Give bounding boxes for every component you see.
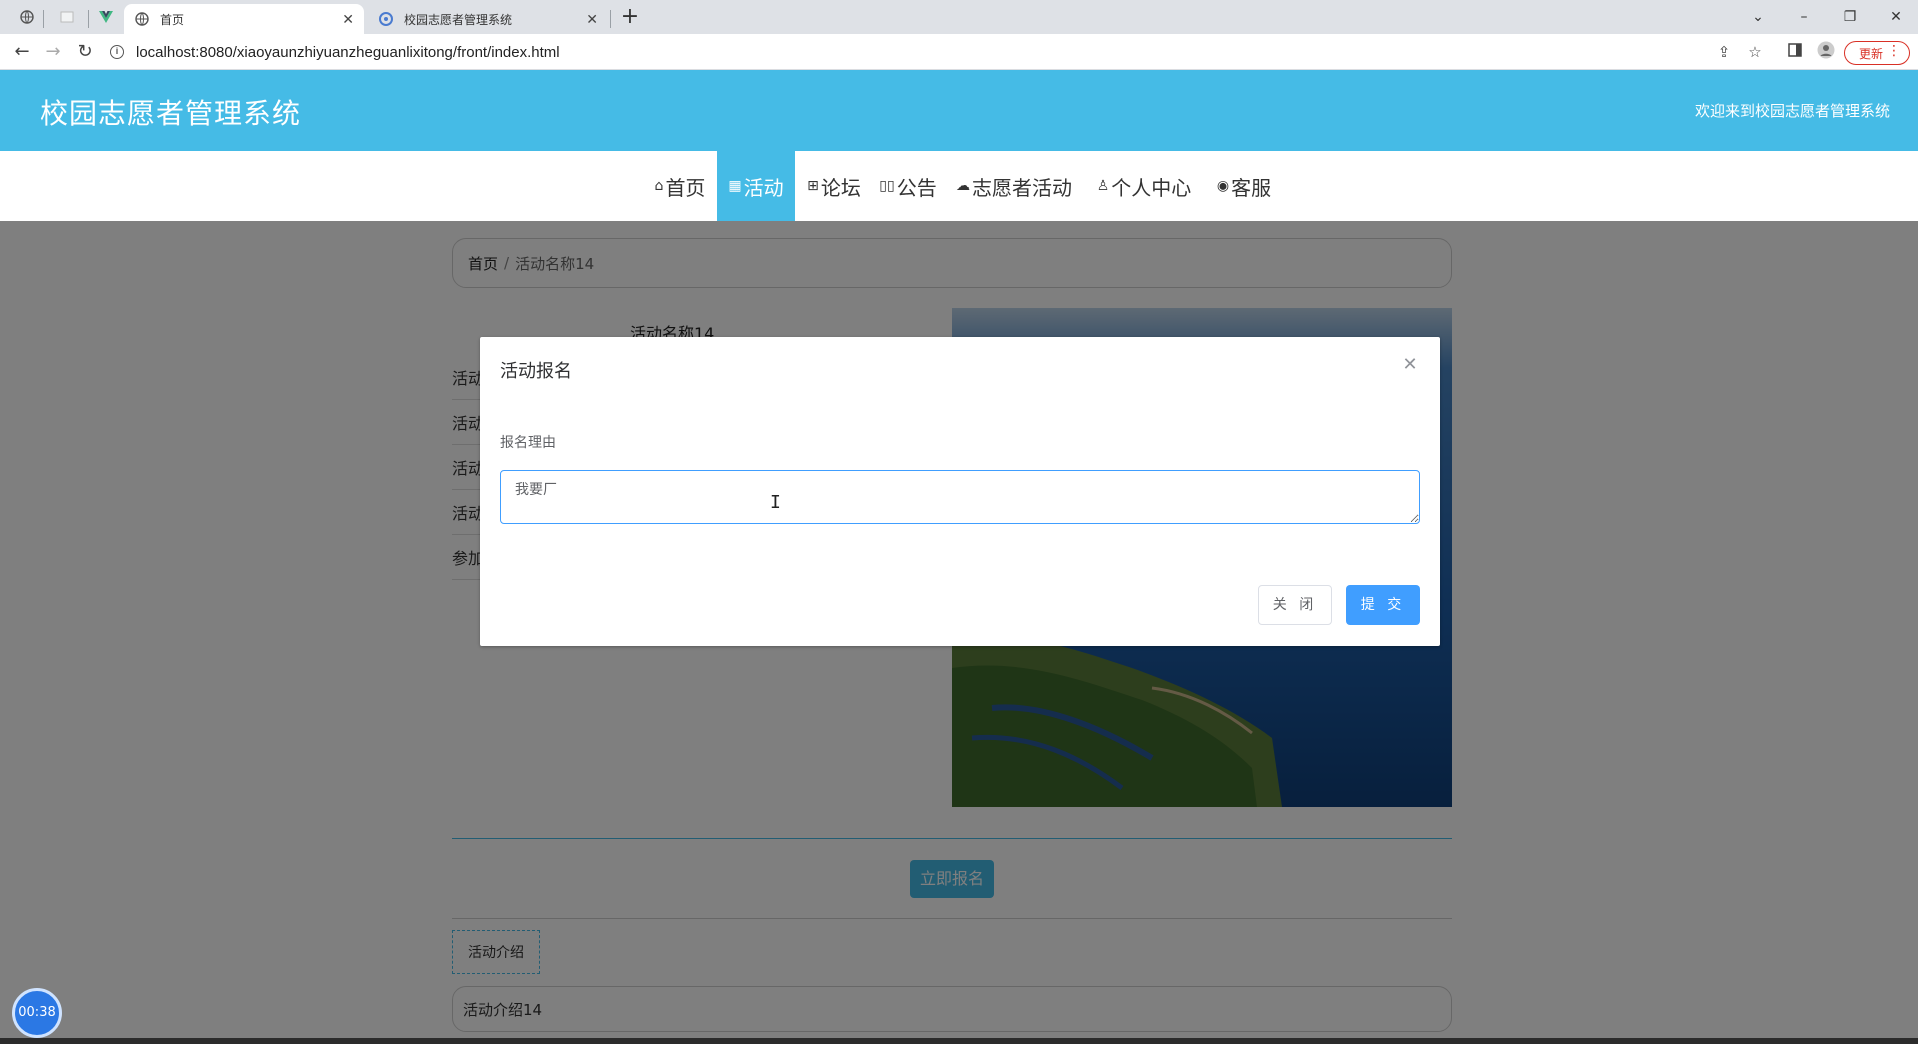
nav-item-notice[interactable]: ▯▯ 公告 [876,151,940,221]
apps-icon: ⊞ [807,178,819,194]
tab-volunteer-system[interactable]: 校园志愿者管理系统 ✕ [368,4,608,34]
site-title: 校园志愿者管理系统 [40,97,302,130]
update-label: 更新 [1859,46,1884,61]
tab-separator [610,10,611,28]
nav-item-volunteer-activity[interactable]: ☁ 志愿者活动 [954,151,1074,221]
tab-home[interactable]: 首页 ✕ [124,4,364,34]
dialog-title: 活动报名 [500,361,572,382]
url-input[interactable]: i localhost:8080/xiaoyaunzhiyuanzheguanl… [110,38,1730,66]
chat-icon: ◉ [1216,178,1230,194]
tab-separator [88,10,89,28]
close-button[interactable]: 关 闭 [1258,585,1332,625]
nav-label: 论坛 [820,175,861,200]
nav-label: 公告 [896,175,937,200]
nav-item-service[interactable]: ◉ 客服 [1213,151,1275,221]
nav-label: 客服 [1231,175,1272,200]
restore-icon[interactable]: ❐ [1832,4,1868,30]
nav-label: 活动 [743,175,784,200]
more-menu-icon[interactable]: ⋮ [1887,43,1901,59]
cloud-icon: ☁ [956,178,970,194]
share-icon[interactable]: ⇪ [1713,41,1735,63]
window-close-icon[interactable]: ✕ [1878,4,1914,30]
welcome-text: 欢迎来到校园志愿者管理系统 [1694,102,1890,120]
globe-icon[interactable] [16,6,38,28]
vue-logo-icon[interactable] [95,6,117,28]
tab-separator [43,10,44,28]
site-icon [378,11,394,27]
minimize-icon[interactable]: – [1786,4,1822,30]
user-icon: ♙ [1096,178,1110,194]
reason-textarea[interactable]: 我要厂 [500,470,1420,524]
blank-page-icon[interactable] [56,6,78,28]
url-text: localhost:8080/xiaoyaunzhiyuanzheguanlix… [136,43,560,61]
nav-item-personal-center[interactable]: ♙ 个人中心 [1094,151,1194,221]
back-arrow-icon[interactable]: ← [10,40,34,64]
reload-icon[interactable]: ↻ [73,40,97,64]
info-icon[interactable]: i [110,45,124,59]
address-bar: ← → ↻ i localhost:8080/xiaoyaunzhiyuanzh… [0,34,1918,70]
book-icon: ▯▯ [879,178,895,194]
nav-item-activity[interactable]: ▦ 活动 [717,151,795,221]
profile-avatar-icon[interactable] [1815,41,1837,63]
signup-dialog: 活动报名 ✕ 报名理由 我要厂 关 闭 提 交 [480,337,1440,646]
close-icon[interactable]: ✕ [586,11,598,28]
tab-search-chevron-icon[interactable]: ⌄ [1740,4,1776,30]
grid-icon: ▦ [728,178,742,194]
nav-item-home[interactable]: ⌂ 首页 [640,151,720,221]
submit-button[interactable]: 提 交 [1346,585,1420,625]
new-tab-button[interactable]: + [617,5,643,31]
recording-timer[interactable]: 00:38 [12,988,62,1038]
nav-item-forum[interactable]: ⊞ 论坛 [800,151,868,221]
taskbar-strip [0,1038,1918,1044]
reason-label: 报名理由 [500,435,556,451]
close-icon[interactable]: ✕ [1400,355,1420,375]
browser-tab-bar: 首页 ✕ 校园志愿者管理系统 ✕ + ⌄ – ❐ ✕ [0,0,1918,34]
nav-label: 个人中心 [1111,175,1192,200]
star-icon[interactable]: ☆ [1744,41,1766,63]
main-navigation: ⌂ 首页 ▦ 活动 ⊞ 论坛 ▯▯ 公告 ☁ 志愿者活动 ♙ 个人中心 ◉ 客服 [0,151,1918,221]
nav-label: 首页 [665,175,706,200]
text-cursor-icon: I [770,492,781,513]
forward-arrow-icon[interactable]: → [41,40,65,64]
side-panel-icon[interactable] [1784,41,1806,63]
close-icon[interactable]: ✕ [342,11,354,28]
tab-label: 校园志愿者管理系统 [404,12,513,27]
globe-icon [134,11,150,27]
nav-label: 志愿者活动 [972,175,1072,200]
update-button[interactable]: 更新 ⋮ [1844,41,1910,65]
home-icon: ⌂ [654,178,664,194]
site-header: 校园志愿者管理系统 欢迎来到校园志愿者管理系统 [0,70,1918,151]
tab-label: 首页 [160,12,185,27]
